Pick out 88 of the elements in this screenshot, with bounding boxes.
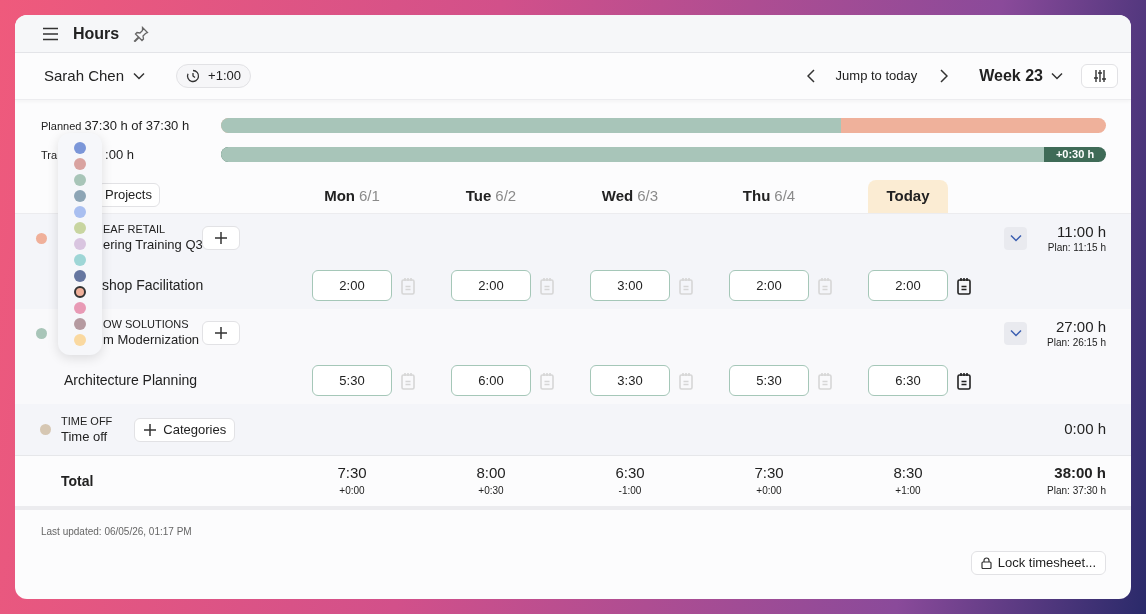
task-name: shop Facilitation [102, 276, 204, 295]
collapse-button[interactable] [1004, 226, 1027, 250]
plus-icon [143, 422, 158, 437]
notepad-icon[interactable] [956, 371, 972, 390]
hours-input[interactable]: 2:00 [729, 270, 809, 301]
color-swatch[interactable] [74, 142, 86, 154]
hours-input[interactable]: 5:30 [729, 365, 809, 396]
planned-value: 37:30 h of 37:30 h [84, 117, 190, 135]
day-total: 6:30 [615, 463, 645, 483]
page-title: Hours [73, 23, 120, 44]
color-swatch[interactable] [74, 270, 86, 282]
overtime-label: +0:30 h [1054, 146, 1096, 162]
day-total: 7:30 [337, 463, 367, 483]
total-label: Total [60, 471, 95, 491]
day-total: 8:00 [476, 463, 506, 483]
category-label: TIME OFF [61, 413, 113, 428]
color-swatch[interactable] [74, 174, 86, 186]
project-name: m Modernization [103, 331, 200, 349]
color-swatch[interactable] [74, 158, 86, 170]
day-header: Thu 6/4 [741, 186, 797, 207]
planned-label: Planned [41, 119, 82, 134]
day-difference: +0:00 [756, 484, 782, 498]
add-task-button[interactable] [202, 321, 240, 345]
hours-input[interactable]: 2:00 [312, 270, 392, 301]
hours-input[interactable]: 6:00 [451, 365, 531, 396]
hours-input[interactable]: 3:30 [590, 365, 670, 396]
chevron-down-icon [1009, 329, 1022, 337]
settings-button[interactable] [1081, 64, 1118, 88]
week-total: 38:00 h [1054, 463, 1106, 483]
categories-button[interactable]: Categories [134, 417, 236, 442]
hours-input[interactable]: 5:30 [312, 365, 392, 396]
hours-input[interactable]: 2:00 [451, 270, 531, 301]
project-total: 11:00 h [1057, 221, 1106, 241]
last-updated-text: Last updated: 06/05/26, 01:17 PM [41, 525, 193, 539]
time-off-total: 0:00 h [1064, 419, 1106, 440]
jump-to-today-link[interactable]: Jump to today [835, 66, 918, 86]
day-header: Today [868, 180, 948, 213]
day-difference: +1:00 [895, 484, 921, 498]
notepad-icon[interactable] [956, 276, 972, 295]
color-swatch[interactable] [74, 222, 86, 234]
client-name: OW SOLUTIONS [103, 317, 189, 331]
day-difference: -1:00 [618, 484, 642, 498]
color-swatch[interactable] [74, 334, 86, 346]
day-total: 8:30 [893, 463, 923, 483]
clock-icon [186, 69, 201, 83]
person-dropdown[interactable]: Sarah Chen [44, 64, 146, 88]
task-name: Architecture Planning [64, 371, 198, 390]
day-header: Mon 6/1 [323, 186, 381, 207]
collapse-button[interactable] [1004, 321, 1027, 345]
lock-icon [980, 557, 992, 569]
chevron-left-icon [806, 69, 815, 83]
chevron-down-icon [1009, 234, 1022, 242]
hours-input[interactable]: 6:30 [868, 365, 948, 396]
lock-timesheet-button[interactable]: Lock timesheet... [970, 551, 1106, 575]
day-total: 7:30 [754, 463, 784, 483]
time-off-name: Time off [61, 427, 109, 446]
week-dropdown[interactable]: Week 23 [979, 64, 1063, 88]
color-swatch[interactable] [74, 190, 86, 202]
color-swatch[interactable] [74, 318, 86, 330]
project-plan: Plan: 26:15 h [1047, 335, 1106, 350]
plus-icon [214, 231, 228, 245]
chevron-down-icon [1051, 72, 1063, 80]
day-header: Tue 6/2 [464, 186, 518, 207]
chevron-right-icon [940, 69, 949, 83]
color-swatch[interactable] [74, 302, 86, 314]
color-swatch[interactable] [74, 238, 86, 250]
day-difference: +0:00 [339, 484, 365, 498]
add-task-button[interactable] [202, 226, 240, 250]
project-total: 27:00 h [1055, 316, 1106, 336]
day-difference: +0:30 [478, 484, 504, 498]
project-name: ering Training Q3 [103, 236, 203, 254]
balance-chip[interactable]: +1:00 [176, 64, 251, 88]
color-swatch[interactable] [74, 254, 86, 266]
hours-input[interactable]: 3:00 [590, 270, 670, 301]
tracked-label: Tra [41, 147, 58, 163]
pin-icon[interactable] [133, 25, 150, 42]
hours-input[interactable]: 2:00 [868, 270, 948, 301]
week-plan: Plan: 37:30 h [1047, 484, 1106, 498]
color-swatch[interactable] [74, 206, 86, 218]
menu-icon[interactable] [42, 26, 59, 41]
project-plan: Plan: 11:15 h [1047, 240, 1106, 255]
client-name: EAF RETAIL [103, 222, 166, 236]
color-swatch[interactable] [74, 286, 86, 298]
sliders-icon [1092, 69, 1107, 83]
chevron-down-icon [133, 72, 146, 80]
plus-icon [214, 326, 228, 340]
day-header: Wed 6/3 [600, 186, 660, 207]
tracked-value: :00 h [105, 145, 134, 164]
